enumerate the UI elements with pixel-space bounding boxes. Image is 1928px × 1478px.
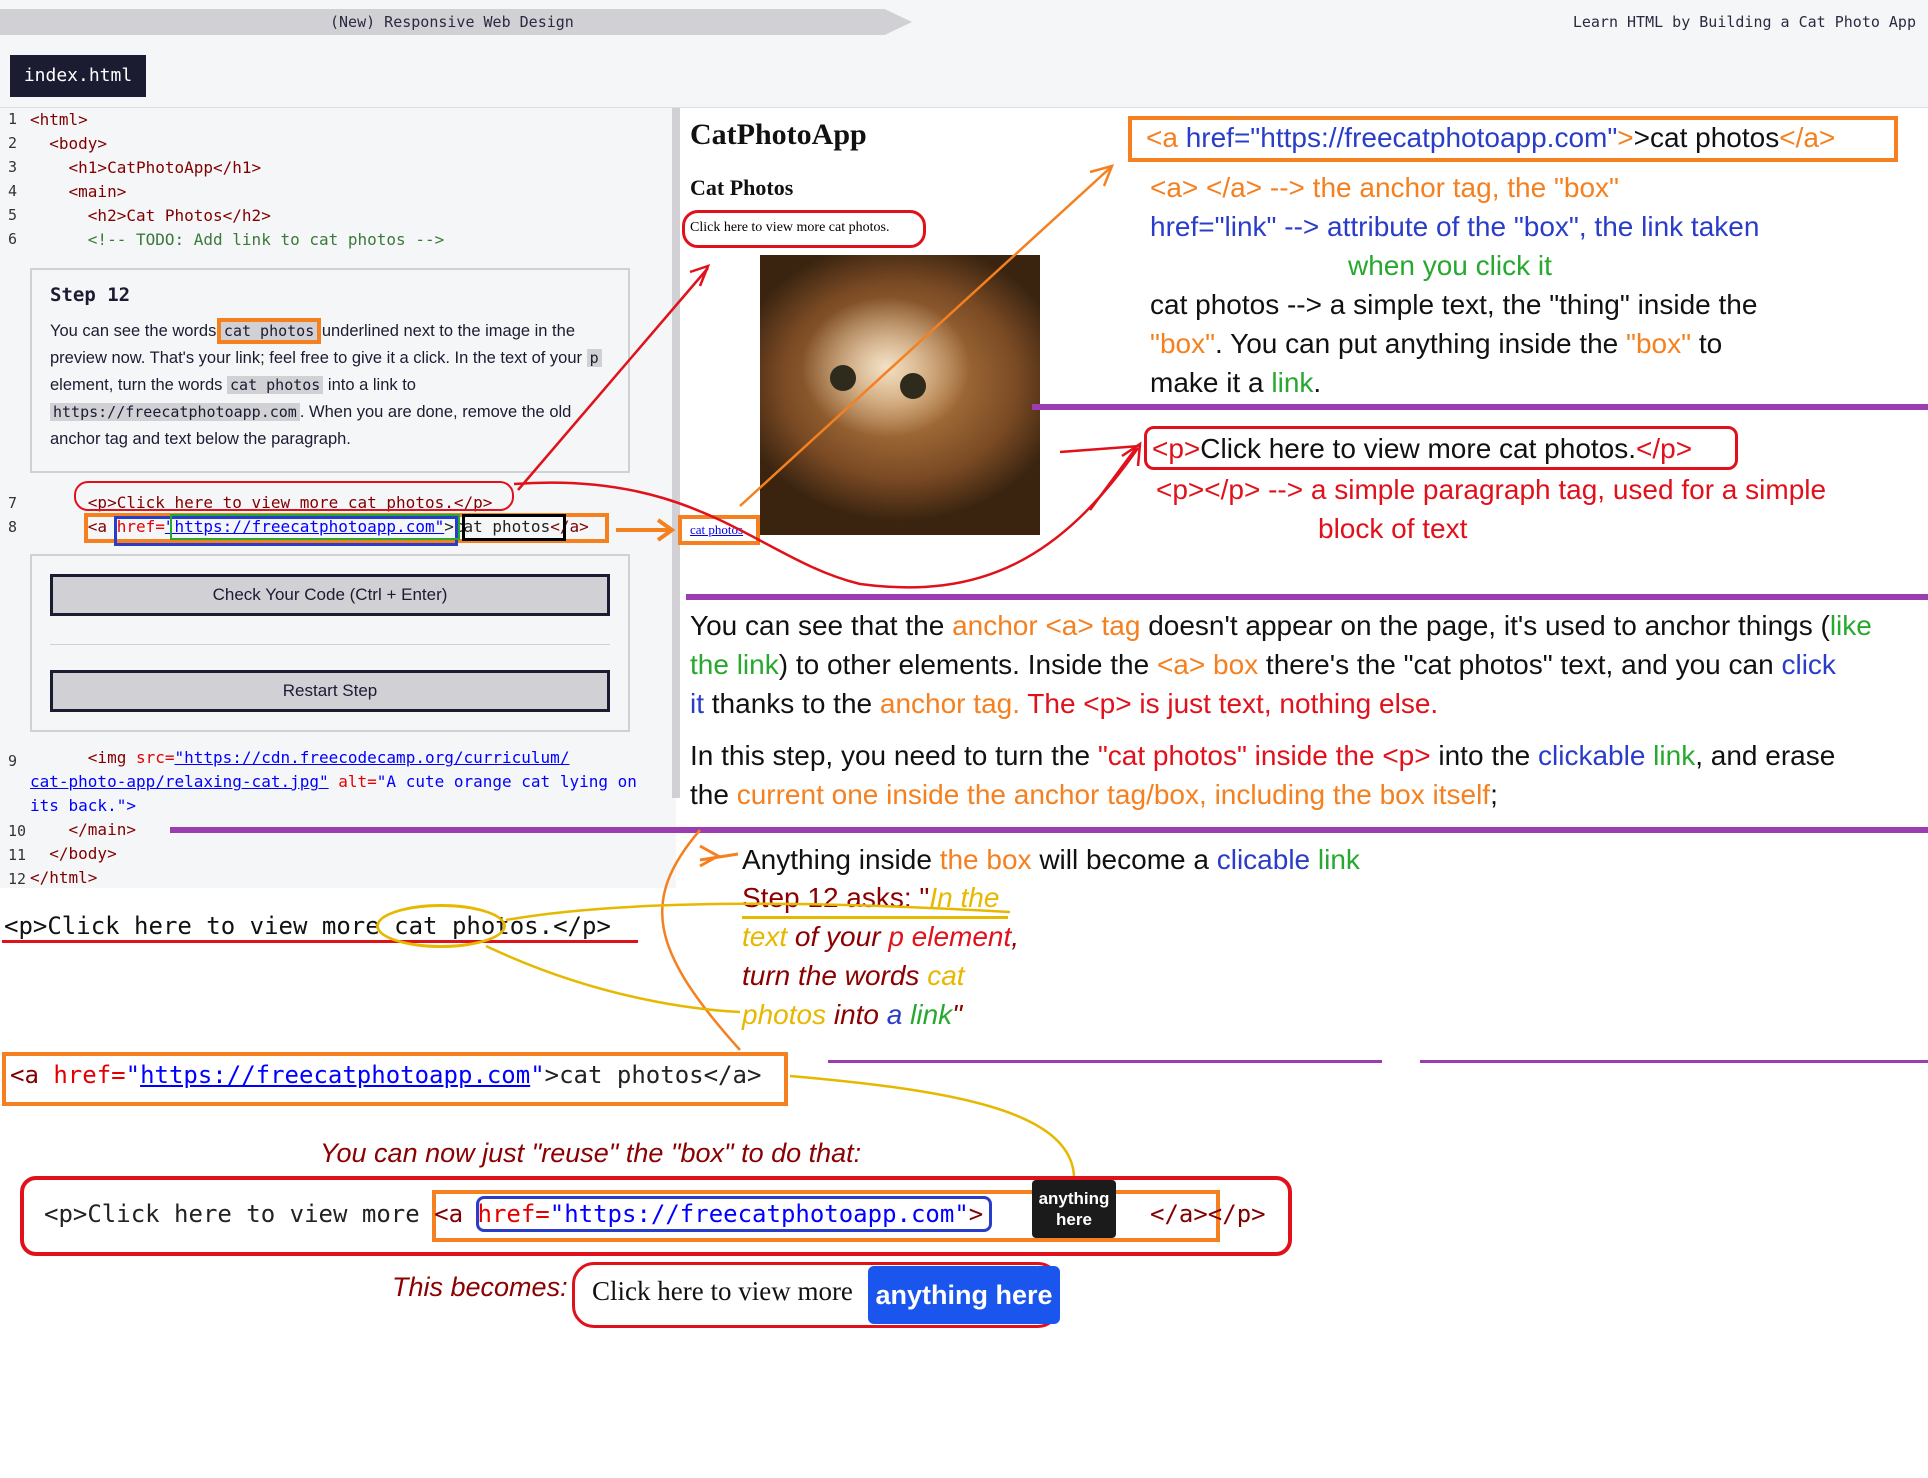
- arrow-orange-3: [660, 829, 741, 1051]
- arrow-red-4: [1088, 447, 1138, 511]
- arrow-red: [517, 267, 709, 491]
- arrow-red-curve: [513, 447, 1140, 589]
- arrow-orange-2: [739, 167, 1111, 507]
- arrow-yellow: [505, 902, 1011, 922]
- annotation-arrows: [485, 164, 1142, 1177]
- arrowhead-red: [689, 263, 711, 287]
- arrowhead-orange-3: [699, 844, 722, 868]
- arrow-yellow-3: [789, 1074, 1076, 1177]
